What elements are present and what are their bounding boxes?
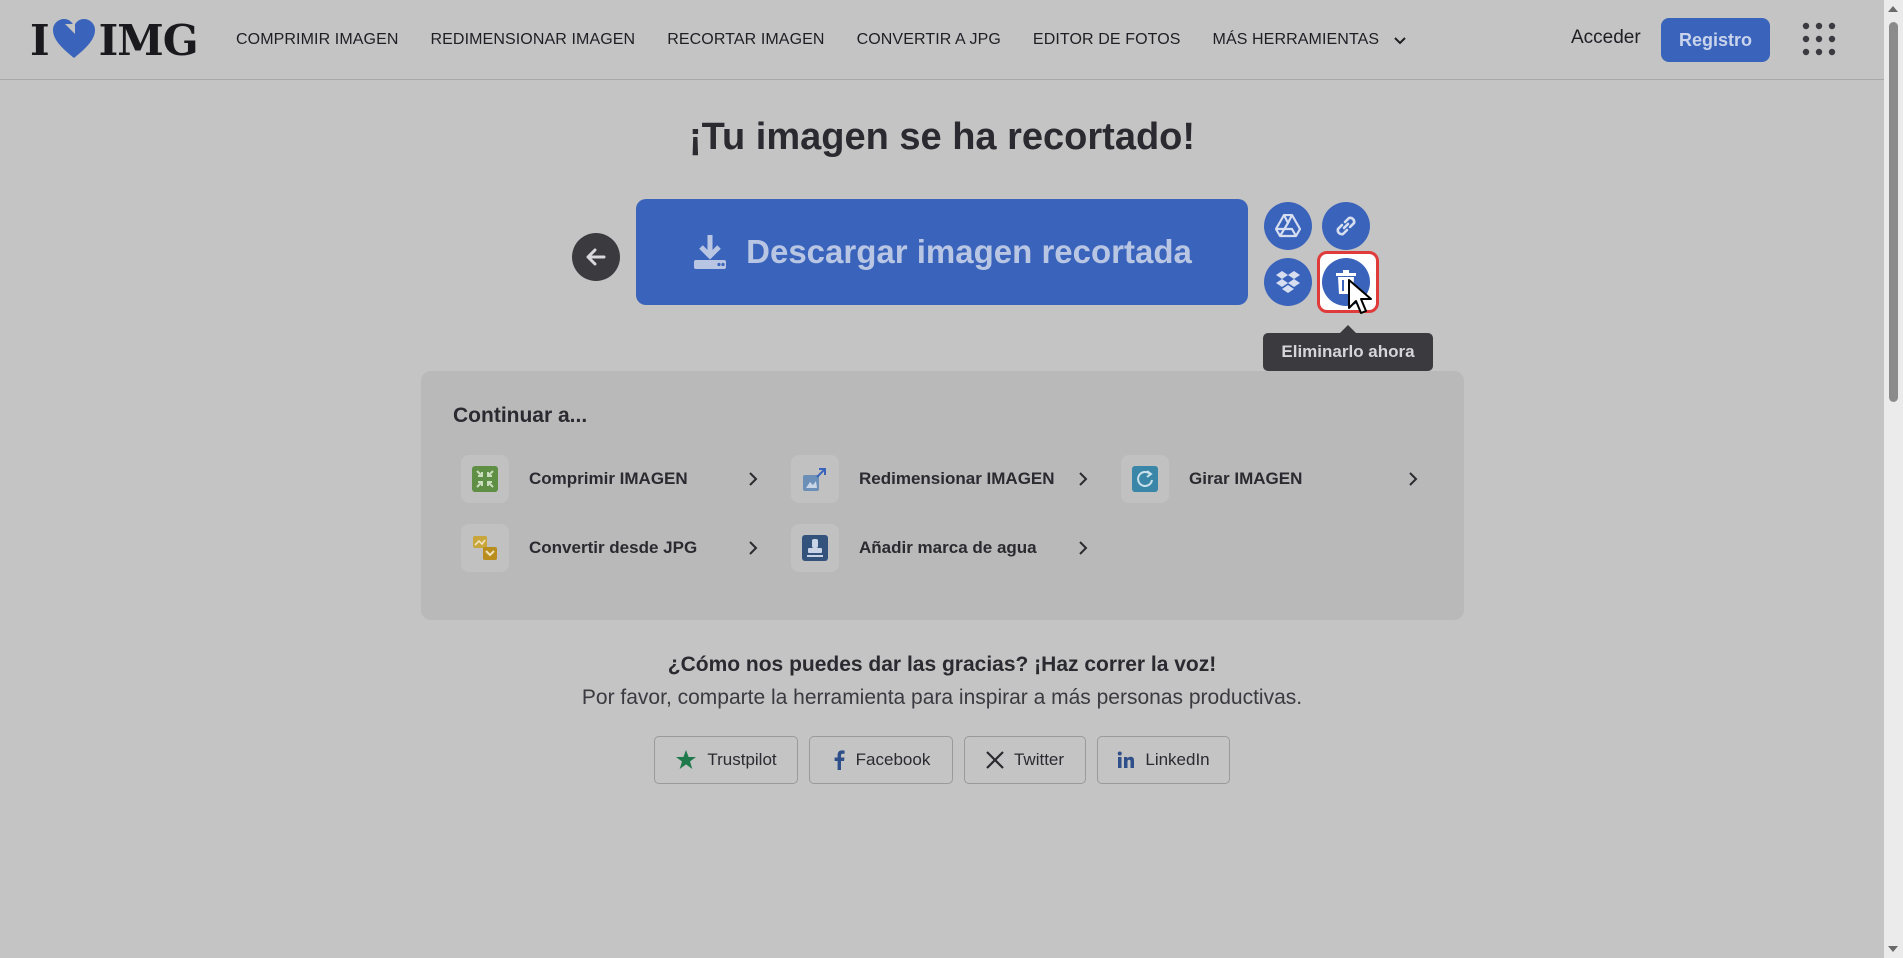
x-twitter-icon xyxy=(986,751,1004,769)
tool-rotate-label: Girar IMAGEN xyxy=(1189,469,1303,488)
scroll-down-arrow-icon[interactable] xyxy=(1888,946,1898,952)
page-title: ¡Tu imagen se ha recortado! xyxy=(688,116,1196,158)
heart-logo-icon xyxy=(52,19,95,58)
apps-grid-icon[interactable] xyxy=(1802,22,1836,56)
nav-more-tools-label: MÁS HERRAMIENTAS xyxy=(1212,31,1380,48)
share-twitter-button[interactable]: Twitter xyxy=(964,736,1086,784)
share-title: ¿Cómo nos puedes dar las gracias? ¡Haz c… xyxy=(667,653,1217,676)
chevron-right-icon xyxy=(749,472,758,486)
copy-link-button[interactable] xyxy=(1322,202,1370,250)
nav-crop[interactable]: RECORTAR IMAGEN xyxy=(667,31,824,49)
continue-panel: Continuar a... Comprimir IMAGEN Redimens… xyxy=(421,371,1464,620)
nav-photo-editor[interactable]: EDITOR DE FOTOS xyxy=(1033,31,1181,49)
login-link[interactable]: Acceder xyxy=(1571,27,1641,49)
signup-button[interactable]: Registro xyxy=(1661,18,1770,62)
chevron-down-icon xyxy=(1394,37,1406,45)
tool-watermark-label: Añadir marca de agua xyxy=(859,538,1037,557)
chevron-right-icon xyxy=(1079,541,1088,555)
tool-watermark[interactable]: Añadir marca de agua xyxy=(791,523,1089,573)
trustpilot-label: Trustpilot xyxy=(707,750,777,769)
iloveimg-logo[interactable]: I IMG xyxy=(30,15,199,65)
chevron-right-icon xyxy=(1409,472,1418,486)
dropbox-icon xyxy=(1276,271,1300,293)
tool-convert-label: Convertir desde JPG xyxy=(529,538,698,557)
download-icon xyxy=(694,235,727,269)
share-facebook-button[interactable]: Facebook xyxy=(809,736,953,784)
top-navbar: I IMG COMPRIMIR IMAGEN REDIMENSIONAR IMA… xyxy=(0,0,1884,80)
tool-resize-label: Redimensionar IMAGEN xyxy=(859,469,1055,488)
mouse-cursor-icon xyxy=(1348,279,1372,314)
nav-convert-jpg[interactable]: CONVERTIR A JPG xyxy=(857,31,1001,49)
link-icon xyxy=(1336,216,1356,236)
chevron-right-icon xyxy=(749,541,758,555)
trustpilot-star-icon xyxy=(676,750,697,769)
linkedin-label: LinkedIn xyxy=(1145,750,1210,769)
compress-icon xyxy=(461,455,509,503)
tool-rotate[interactable]: Girar IMAGEN xyxy=(1121,454,1419,504)
nav-compress[interactable]: COMPRIMIR IMAGEN xyxy=(236,31,399,49)
download-label: Descargar imagen recortada xyxy=(746,233,1192,270)
chevron-right-icon xyxy=(1079,472,1088,486)
share-trustpilot-button[interactable]: Trustpilot xyxy=(654,736,798,784)
rotate-icon xyxy=(1121,455,1169,503)
download-button[interactable]: Descargar imagen recortada xyxy=(636,199,1248,305)
facebook-icon xyxy=(834,750,845,770)
convert-icon xyxy=(461,524,509,572)
nav-resize[interactable]: REDIMENSIONAR IMAGEN xyxy=(431,31,636,49)
google-drive-icon xyxy=(1275,214,1301,238)
continue-title: Continuar a... xyxy=(453,404,588,427)
twitter-label: Twitter xyxy=(1013,750,1065,769)
tool-compress[interactable]: Comprimir IMAGEN xyxy=(461,454,759,504)
vertical-scrollbar[interactable] xyxy=(1884,0,1903,958)
scroll-up-arrow-icon[interactable] xyxy=(1888,6,1898,12)
back-button[interactable] xyxy=(572,233,620,281)
share-linkedin-button[interactable]: LinkedIn xyxy=(1097,736,1230,784)
watermark-icon xyxy=(791,524,839,572)
tool-convert-from-jpg[interactable]: Convertir desde JPG xyxy=(461,523,759,573)
facebook-label: Facebook xyxy=(855,750,931,769)
scrollbar-thumb[interactable] xyxy=(1889,22,1898,402)
tool-resize[interactable]: Redimensionar IMAGEN xyxy=(791,454,1089,504)
delete-tooltip: Eliminarlo ahora xyxy=(1263,325,1433,371)
arrow-left-icon xyxy=(586,248,606,266)
share-subtitle: Por favor, comparte la herramienta para … xyxy=(581,686,1303,709)
dropbox-button[interactable] xyxy=(1264,258,1312,306)
google-drive-button[interactable] xyxy=(1264,202,1312,250)
logo-text-img: IMG xyxy=(98,15,199,65)
main-nav: COMPRIMIR IMAGEN REDIMENSIONAR IMAGEN RE… xyxy=(236,0,1439,80)
linkedin-icon xyxy=(1118,751,1135,768)
resize-icon xyxy=(791,455,839,503)
nav-more-tools[interactable]: MÁS HERRAMIENTAS xyxy=(1213,31,1408,49)
tool-compress-label: Comprimir IMAGEN xyxy=(529,469,688,488)
logo-text-i: I xyxy=(30,15,50,65)
